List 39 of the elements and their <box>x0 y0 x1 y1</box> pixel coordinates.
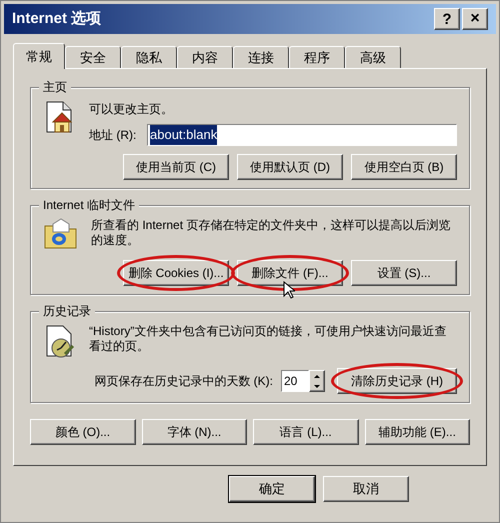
tab[interactable]: 常规 <box>13 43 65 69</box>
dialog-button[interactable]: 取消 <box>323 476 409 502</box>
window-title: Internet 选项 <box>12 8 102 29</box>
help-button[interactable]: ? <box>434 8 460 30</box>
temp-files-description: 所查看的 Internet 页存储在特定的文件夹中，这样可以提高以后浏览的速度。 <box>91 218 452 249</box>
up-arrow-icon <box>314 374 320 378</box>
dialog-button[interactable]: 删除 Cookies (I)... <box>123 260 229 286</box>
group-title: Internet 临时文件 <box>39 197 140 213</box>
tab[interactable]: 高级 <box>345 46 401 68</box>
dialog-button[interactable]: 辅助功能 (E)... <box>364 419 470 445</box>
dialog-button[interactable]: 语言 (L)... <box>253 419 358 445</box>
tab[interactable]: 内容 <box>177 46 233 68</box>
down-arrow-icon <box>314 384 320 388</box>
tab[interactable]: 隐私 <box>121 46 177 68</box>
group-title: 主页 <box>39 79 71 95</box>
history-description: “History”文件夹中包含有已访问页的链接，可使用户快速访问最近查看过的页。 <box>89 324 448 355</box>
dialog-button[interactable]: 确定 <box>229 476 315 502</box>
dialog-button[interactable]: 删除文件 (F)... <box>237 260 343 286</box>
dialog-button[interactable]: 清除历史记录 (H) <box>337 368 457 394</box>
dialog-button[interactable]: 设置 (S)... <box>351 260 457 286</box>
tab[interactable]: 连接 <box>233 46 289 68</box>
address-value: about:blank <box>150 125 218 145</box>
address-label: 地址 (R): <box>89 127 138 144</box>
days-field[interactable]: 20 <box>281 370 309 392</box>
tab[interactable]: 安全 <box>65 46 121 68</box>
close-button[interactable]: × <box>462 8 488 30</box>
homepage-description: 可以更改主页。 <box>89 101 174 118</box>
dialog-button[interactable]: 使用默认页 (D) <box>237 154 343 180</box>
days-label: 网页保存在历史记录中的天数 (K): <box>94 373 273 390</box>
tab[interactable]: 程序 <box>289 46 345 68</box>
address-field[interactable]: about:blank <box>147 124 457 146</box>
dialog-button[interactable]: 颜色 (O)... <box>30 419 136 445</box>
group-title: 历史记录 <box>39 303 95 319</box>
mouse-cursor-icon <box>283 281 295 299</box>
dialog-button[interactable]: 使用当前页 (C) <box>123 154 229 180</box>
dialog-button[interactable]: 使用空白页 (B) <box>351 154 457 180</box>
spin-button[interactable] <box>309 370 325 392</box>
folder-icon <box>43 218 79 250</box>
dialog-button[interactable]: 字体 (N)... <box>142 419 247 445</box>
